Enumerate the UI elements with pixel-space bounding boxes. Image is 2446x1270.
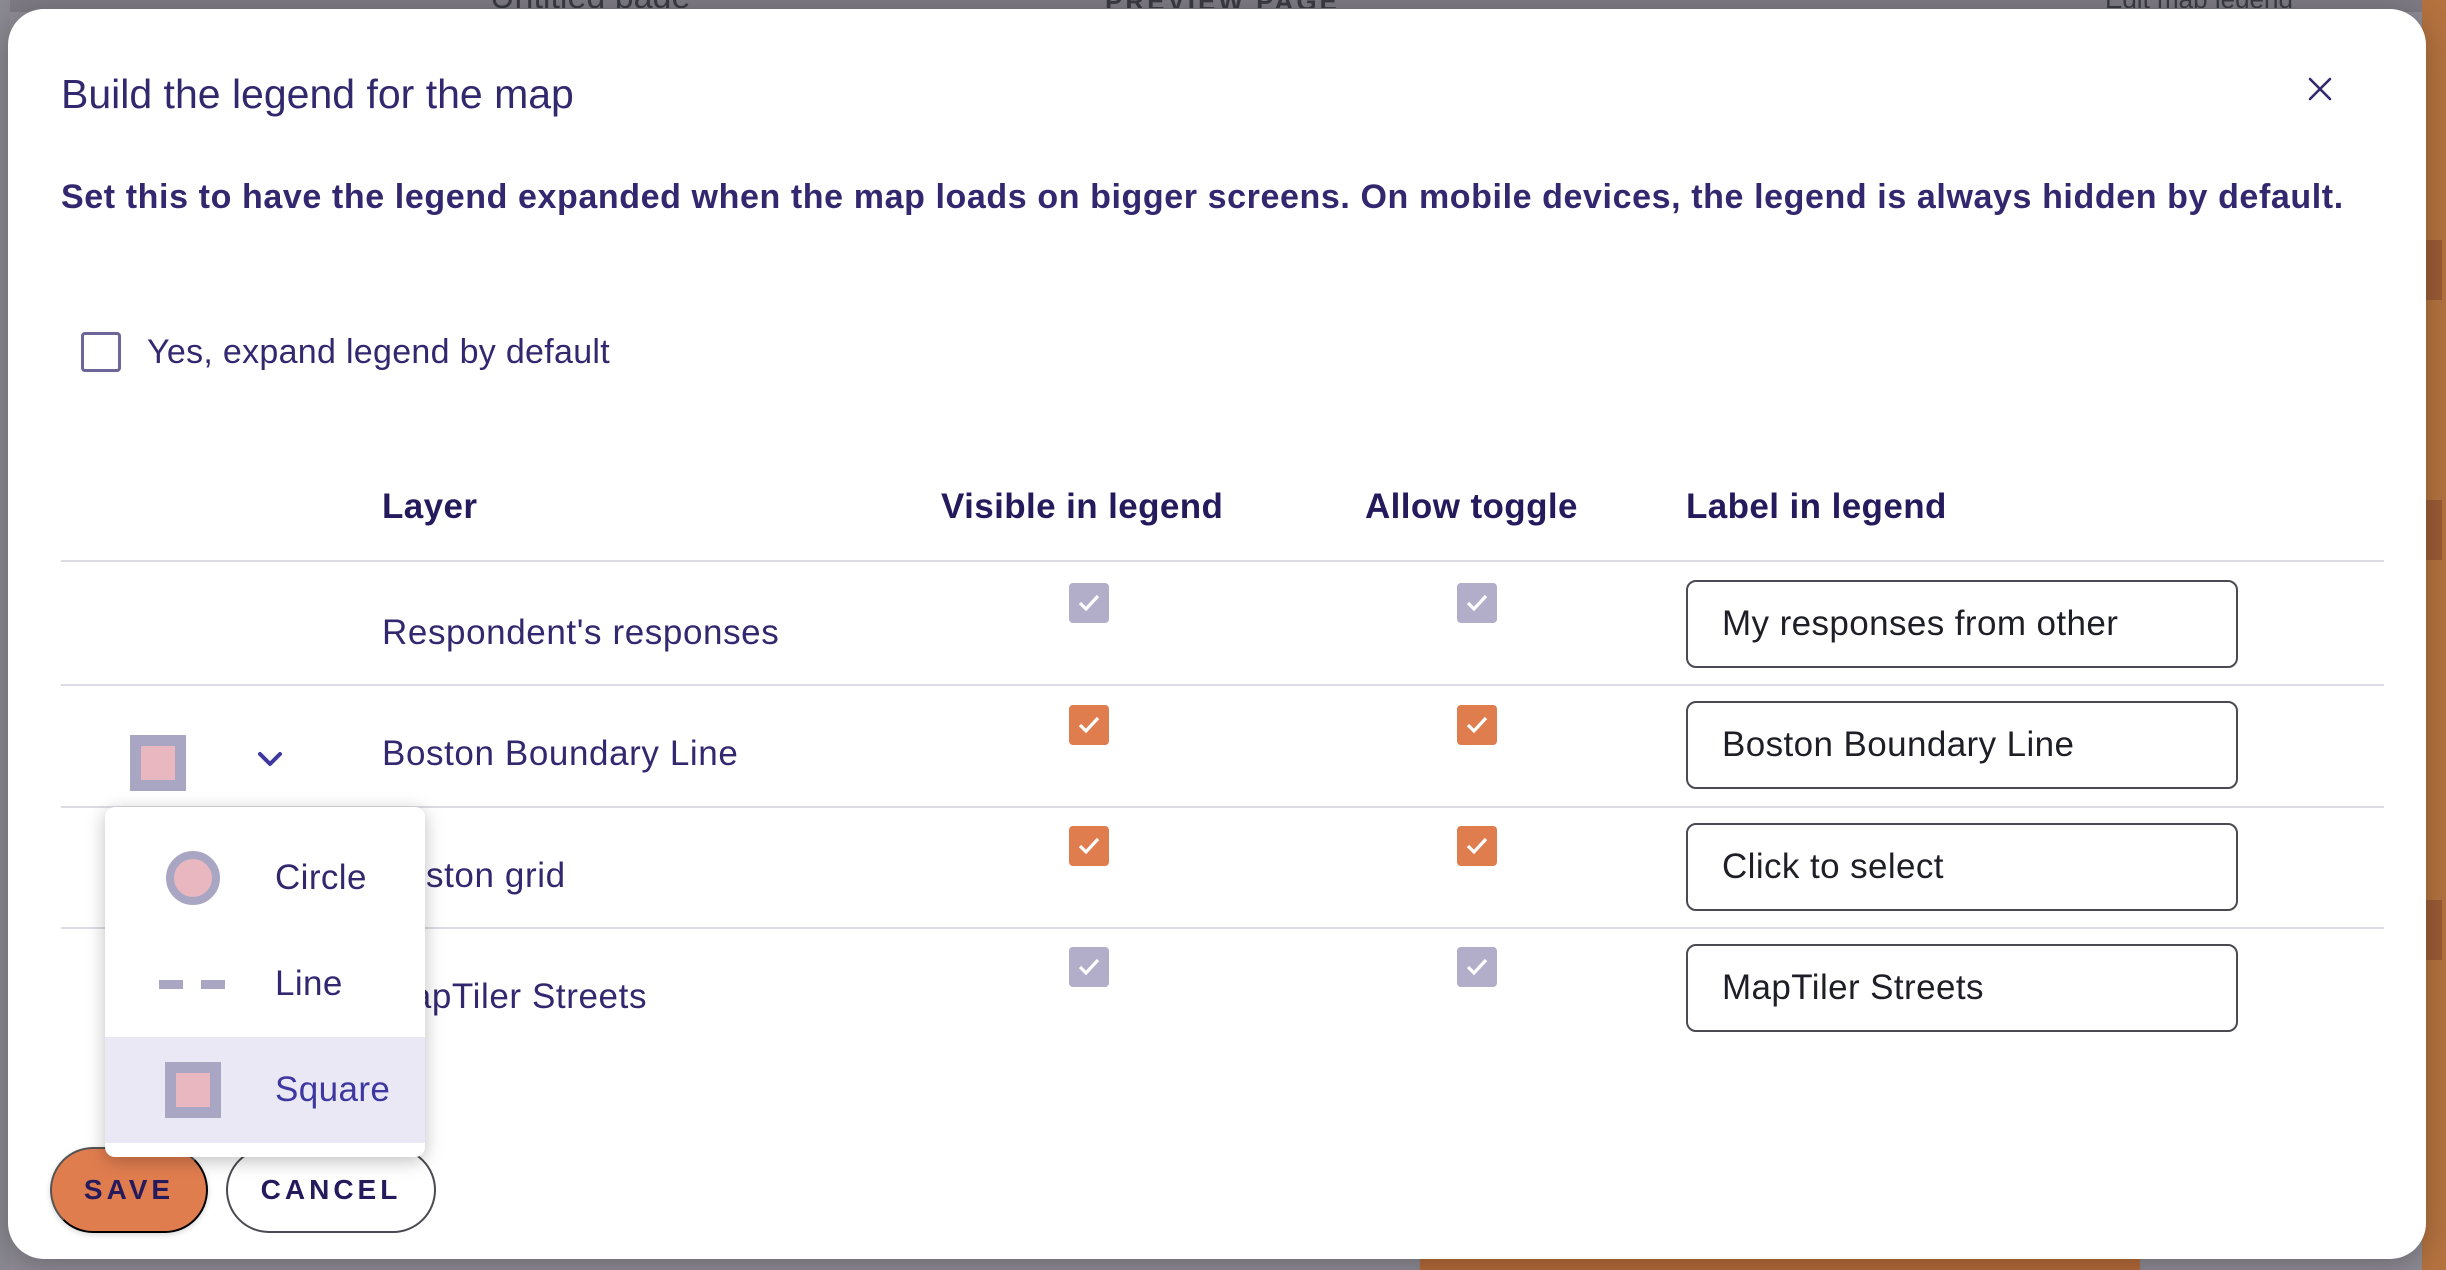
legend-label-input[interactable]: My responses from other	[1686, 580, 2238, 668]
toggle-checkbox-disabled	[1457, 583, 1497, 623]
background-map-bottom	[1420, 1258, 2140, 1270]
checkmark-icon	[1466, 837, 1488, 855]
toggle-checkbox[interactable]	[1457, 705, 1497, 745]
visible-checkbox[interactable]	[1069, 826, 1109, 866]
table-row-layer-name: Respondent's responses	[382, 613, 780, 652]
symbol-option-line[interactable]: Line	[105, 931, 425, 1037]
close-icon	[2308, 77, 2332, 101]
symbol-option-circle[interactable]: Circle	[105, 825, 425, 931]
checkmark-icon	[1078, 958, 1100, 976]
toggle-checkbox-disabled	[1457, 947, 1497, 987]
legend-label-input[interactable]: Click to select	[1686, 823, 2238, 911]
checkmark-icon	[1078, 716, 1100, 734]
circle-symbol-icon	[165, 850, 221, 906]
legend-label-input[interactable]: MapTiler Streets	[1686, 944, 2238, 1032]
symbol-option-square[interactable]: Square	[105, 1037, 425, 1143]
symbol-option-label: Line	[275, 964, 343, 1003]
table-header-divider	[61, 560, 2384, 562]
visible-checkbox[interactable]	[1069, 705, 1109, 745]
table-row-divider	[61, 684, 2384, 686]
expand-legend-label: Yes, expand legend by default	[147, 332, 611, 371]
square-symbol-icon	[165, 1062, 221, 1118]
visible-checkbox-disabled	[1069, 947, 1109, 987]
legend-builder-dialog: Build the legend for the map Set this to…	[8, 9, 2426, 1259]
checkmark-icon	[1078, 594, 1100, 612]
expand-legend-option[interactable]: Yes, expand legend by default	[81, 329, 610, 375]
close-button[interactable]	[2298, 67, 2342, 111]
background-preview-button: PREVIEW PAGE	[1105, 0, 1355, 8]
table-row-layer-name: Boston Boundary Line	[382, 734, 739, 773]
dialog-title: Build the legend for the map	[61, 71, 574, 117]
expand-legend-checkbox[interactable]	[81, 332, 121, 372]
background-edit-legend-link: Edit map legend	[2105, 0, 2345, 8]
line-symbol-icon	[157, 956, 229, 1012]
dialog-description: Set this to have the legend expanded whe…	[61, 178, 2344, 216]
symbol-option-label: Circle	[275, 858, 367, 897]
toggle-checkbox[interactable]	[1457, 826, 1497, 866]
symbol-dropdown-menu: Circle Line Square	[105, 807, 425, 1157]
save-button[interactable]: SAVE	[50, 1147, 208, 1233]
checkmark-icon	[1466, 958, 1488, 976]
background-page-title: Untitled page	[490, 0, 790, 8]
checkmark-icon	[1466, 594, 1488, 612]
visible-checkbox-disabled	[1069, 583, 1109, 623]
checkmark-icon	[1078, 837, 1100, 855]
column-header-visible: Visible in legend	[941, 487, 1224, 526]
column-header-layer: Layer	[382, 487, 478, 526]
legend-label-input[interactable]: Boston Boundary Line	[1686, 701, 2238, 789]
chevron-down-icon[interactable]	[250, 739, 290, 779]
cancel-button[interactable]: CANCEL	[226, 1147, 436, 1233]
symbol-option-label: Square	[275, 1070, 391, 1109]
column-header-label: Label in legend	[1686, 487, 1947, 526]
square-symbol-icon[interactable]	[130, 735, 186, 791]
column-header-allow-toggle: Allow toggle	[1365, 487, 1578, 526]
checkmark-icon	[1466, 716, 1488, 734]
